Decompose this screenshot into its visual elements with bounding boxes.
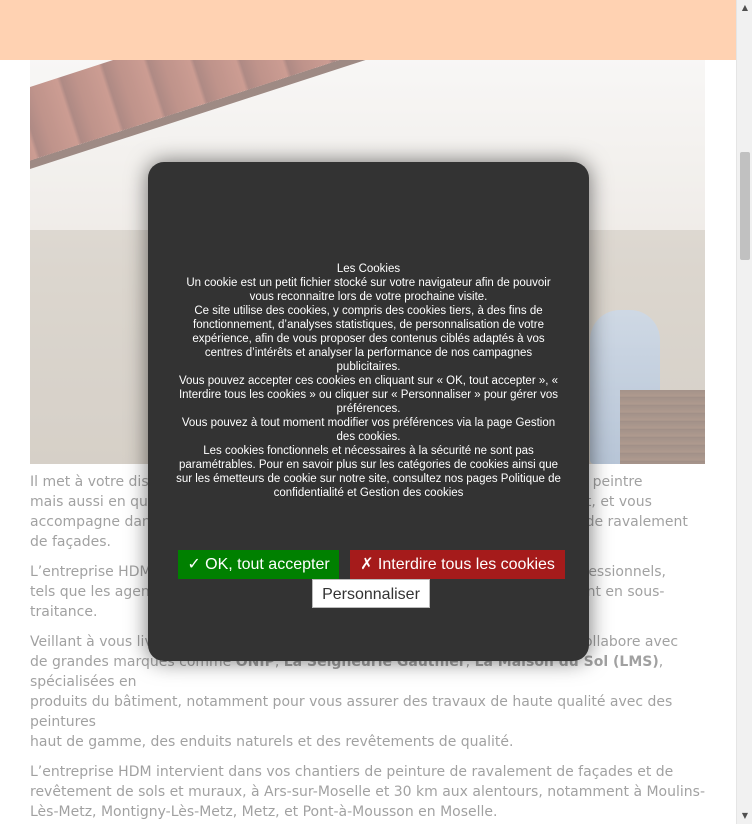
triangle-up-icon[interactable]: ▲: [740, 3, 750, 13]
deny-all-button[interactable]: ✗ Interdire tous les cookies: [350, 550, 565, 579]
cookie-modal-para-1: Un cookie est un petit fichier stocké su…: [186, 277, 551, 303]
scrollbar-thumb[interactable]: [740, 152, 750, 260]
cookie-modal-para-4: Vous pouvez à tout moment modifier vos p…: [181, 417, 556, 443]
accept-all-button[interactable]: ✓ OK, tout accepter: [178, 550, 339, 579]
customize-button[interactable]: Personnaliser: [312, 579, 430, 608]
cookie-modal-para-3: Vous pouvez accepter ces cookies en cliq…: [178, 375, 559, 415]
cookie-modal-para-5: Les cookies fonctionnels et nécessaires …: [176, 445, 561, 499]
triangle-down-icon[interactable]: ▼: [740, 811, 750, 821]
cookie-modal-text: Les Cookies Un cookie est un petit fichi…: [174, 262, 563, 500]
cookie-modal-para-2: Ce site utilise des cookies, y compris d…: [192, 305, 545, 373]
cookie-modal-title: Les Cookies: [336, 263, 401, 275]
scrollbar[interactable]: ▲ ▼: [736, 0, 752, 824]
cookie-consent-modal: Les Cookies Un cookie est un petit fichi…: [148, 162, 589, 661]
